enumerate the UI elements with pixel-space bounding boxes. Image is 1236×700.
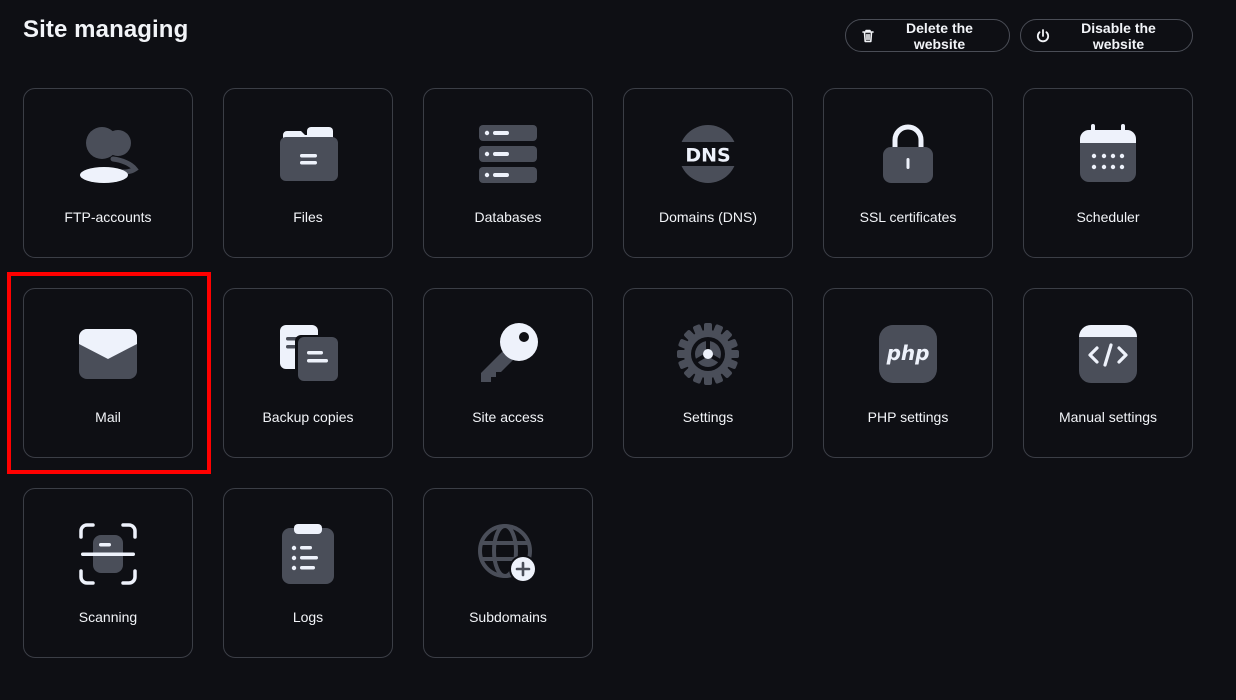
tile-logs[interactable]: Logs [223,488,393,658]
tile-label: Scanning [78,609,138,625]
dns-icon: DNS [677,123,739,185]
gear-icon [677,323,739,385]
php-icon-text: php [886,341,930,365]
power-icon [1035,28,1051,44]
key-icon [477,323,539,385]
ftp-users-icon [77,123,139,185]
dns-icon-text: DNS [685,145,730,167]
tile-label: Manual settings [1058,409,1158,425]
tile-scheduler[interactable]: Scheduler [1023,88,1193,258]
copy-icon [277,323,339,385]
tile-databases[interactable]: Databases [423,88,593,258]
tile-label: Subdomains [469,609,547,625]
tile-settings[interactable]: Settings [623,288,793,458]
tile-php-settings[interactable]: php PHP settings [823,288,993,458]
database-icon [477,123,539,185]
tile-label: Site access [472,409,544,425]
tile-site-access[interactable]: Site access [423,288,593,458]
page-title: Site managing [23,16,189,43]
envelope-icon [77,323,139,385]
tile-label: Files [293,209,323,225]
globe-plus-icon [477,523,539,585]
tile-label: Logs [292,609,324,625]
tile-label: Mail [95,409,121,425]
tile-label: Scheduler [1076,209,1140,225]
trash-icon [860,28,876,44]
tile-label: Backup copies [262,409,354,425]
code-icon [1077,323,1139,385]
tile-manual-settings[interactable]: Manual settings [1023,288,1193,458]
tile-scanning[interactable]: Scanning [23,488,193,658]
tile-backup-copies[interactable]: Backup copies [223,288,393,458]
tile-mail[interactable]: Mail [23,288,193,458]
tile-label: Domains (DNS) [658,209,757,225]
lock-icon [877,123,939,185]
tile-label: SSL certificates [859,209,957,225]
tile-ftp-accounts[interactable]: FTP-accounts [23,88,193,258]
scan-icon [77,523,139,585]
delete-website-button[interactable]: Delete the website [845,19,1010,52]
tile-label: PHP settings [867,409,949,425]
tile-label: Settings [682,409,734,425]
php-icon: php [877,323,939,385]
tile-label: Databases [474,209,542,225]
tile-subdomains[interactable]: Subdomains [423,488,593,658]
calendar-icon [1077,123,1139,185]
folder-icon [277,123,339,185]
tile-domains-dns[interactable]: DNS Domains (DNS) [623,88,793,258]
clipboard-list-icon [277,523,339,585]
tile-label: FTP-accounts [64,209,152,225]
delete-website-label: Delete the website [906,19,973,52]
disable-website-button[interactable]: Disable the website [1020,19,1193,52]
tile-files[interactable]: Files [223,88,393,258]
tile-ssl-certificates[interactable]: SSL certificates [823,88,993,258]
disable-website-label: Disable the website [1081,19,1156,52]
